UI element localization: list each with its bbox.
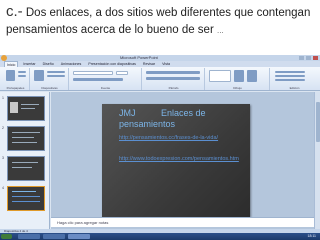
slide-thumbnail-1[interactable] bbox=[7, 96, 45, 121]
thumbnail-text-line bbox=[12, 191, 36, 192]
find-icon[interactable] bbox=[275, 71, 305, 73]
ribbon-group-label: Portapapeles bbox=[6, 86, 25, 90]
ribbon-group-paragraph: Párrafo bbox=[143, 68, 205, 90]
minimize-icon[interactable] bbox=[299, 56, 304, 60]
thumbnail-text-line bbox=[12, 132, 40, 133]
vertical-scrollbar[interactable] bbox=[314, 92, 320, 229]
replace-icon[interactable] bbox=[275, 75, 305, 77]
slide-link-2[interactable]: http://www.todoexpresion.com/pensamiento… bbox=[119, 156, 239, 163]
ribbon-group-label: Diapositivas bbox=[41, 86, 58, 90]
font-size-select[interactable] bbox=[116, 71, 128, 75]
ribbon-group-label: Párrafo bbox=[168, 86, 179, 90]
ribbon-group-drawing: Dibujo bbox=[206, 68, 270, 90]
taskbar: 18:11 bbox=[0, 233, 320, 240]
window-controls bbox=[299, 56, 318, 60]
caption-trail: ... bbox=[216, 26, 224, 35]
ribbon-group-label: Dibujo bbox=[233, 86, 242, 90]
slide-title-line-2: pensamientos bbox=[119, 119, 176, 129]
thumbnail-image bbox=[10, 102, 18, 113]
slide-title-jmj: JMJ bbox=[119, 108, 136, 118]
taskbar-item[interactable] bbox=[43, 234, 65, 239]
thumbnail-text-line bbox=[12, 162, 38, 163]
slide-thumbnail-3[interactable] bbox=[7, 156, 45, 181]
align-buttons[interactable] bbox=[146, 77, 200, 80]
ribbon: Portapapeles Diapositivas Fuente Párrafo… bbox=[0, 67, 320, 91]
list-buttons[interactable] bbox=[146, 71, 200, 74]
current-slide[interactable]: JMJ Enlaces de pensamientos http://pensam… bbox=[102, 104, 250, 217]
paste-icon[interactable] bbox=[6, 70, 15, 81]
powerpoint-window: Microsoft PowerPoint Inicio Insertar Dis… bbox=[0, 55, 320, 240]
ribbon-group-label: Fuente bbox=[100, 86, 111, 90]
ribbon-group-label: Edición bbox=[289, 86, 300, 90]
new-slide-icon[interactable] bbox=[34, 70, 44, 81]
taskbar-item-active[interactable] bbox=[68, 234, 90, 239]
layout-icon[interactable] bbox=[47, 71, 65, 73]
thumbnail-text-line bbox=[12, 201, 40, 202]
quick-styles-icon[interactable] bbox=[247, 70, 257, 82]
thumbnail-number: 3 bbox=[2, 156, 4, 160]
thumbnail-text-line bbox=[12, 142, 37, 143]
shapes-gallery[interactable] bbox=[209, 70, 231, 82]
close-icon[interactable] bbox=[313, 56, 318, 60]
caption-text: Dos enlaces, a dos sitios web diferentes… bbox=[6, 7, 311, 36]
slide-thumbnail-2[interactable] bbox=[7, 126, 45, 151]
thumbnail-text-line bbox=[12, 167, 32, 168]
scrollbar-thumb[interactable] bbox=[316, 102, 320, 142]
taskbar-item[interactable] bbox=[18, 234, 40, 239]
thumbnail-number: 4 bbox=[2, 186, 4, 190]
maximize-icon[interactable] bbox=[306, 56, 311, 60]
thumbnail-number: 1 bbox=[2, 96, 4, 100]
caption-lead: c.- bbox=[6, 3, 23, 20]
copy-icon[interactable] bbox=[18, 75, 26, 77]
reset-icon[interactable] bbox=[47, 75, 65, 77]
ribbon-group-clipboard: Portapapeles bbox=[2, 68, 30, 90]
thumbnail-text-line bbox=[21, 104, 39, 105]
caption: c.- Dos enlaces, a dos sitios web difere… bbox=[6, 3, 318, 39]
select-icon[interactable] bbox=[275, 79, 305, 81]
cut-icon[interactable] bbox=[18, 71, 26, 73]
thumbnail-number: 2 bbox=[2, 126, 4, 130]
thumbnail-text-line bbox=[21, 108, 35, 109]
ribbon-group-slides: Diapositivas bbox=[31, 68, 69, 90]
slides-pane: 1 2 3 4 bbox=[0, 92, 50, 229]
slide-thumbnail-4[interactable] bbox=[7, 186, 45, 211]
notes-pane[interactable]: Haga clic para agregar notas bbox=[51, 217, 314, 227]
taskbar-clock: 18:11 bbox=[307, 234, 317, 238]
slide-title-line-1: Enlaces de bbox=[161, 108, 206, 118]
font-name-select[interactable] bbox=[73, 71, 113, 75]
thumbnail-text-line bbox=[12, 137, 34, 138]
start-button-icon[interactable] bbox=[1, 234, 12, 239]
slide-title[interactable]: JMJ Enlaces de pensamientos bbox=[119, 108, 243, 130]
notes-placeholder: Haga clic para agregar notas bbox=[57, 220, 109, 225]
thumbnail-text-line bbox=[12, 196, 40, 197]
arrange-icon[interactable] bbox=[234, 70, 244, 82]
font-format-buttons[interactable] bbox=[73, 78, 123, 81]
slide-link-1[interactable]: http://pensamientos.cc/frases-de-la-vida… bbox=[119, 135, 247, 142]
slide-editor: JMJ Enlaces de pensamientos http://pensam… bbox=[51, 92, 320, 229]
ribbon-group-font: Fuente bbox=[70, 68, 142, 90]
ribbon-group-editing: Edición bbox=[271, 68, 318, 90]
